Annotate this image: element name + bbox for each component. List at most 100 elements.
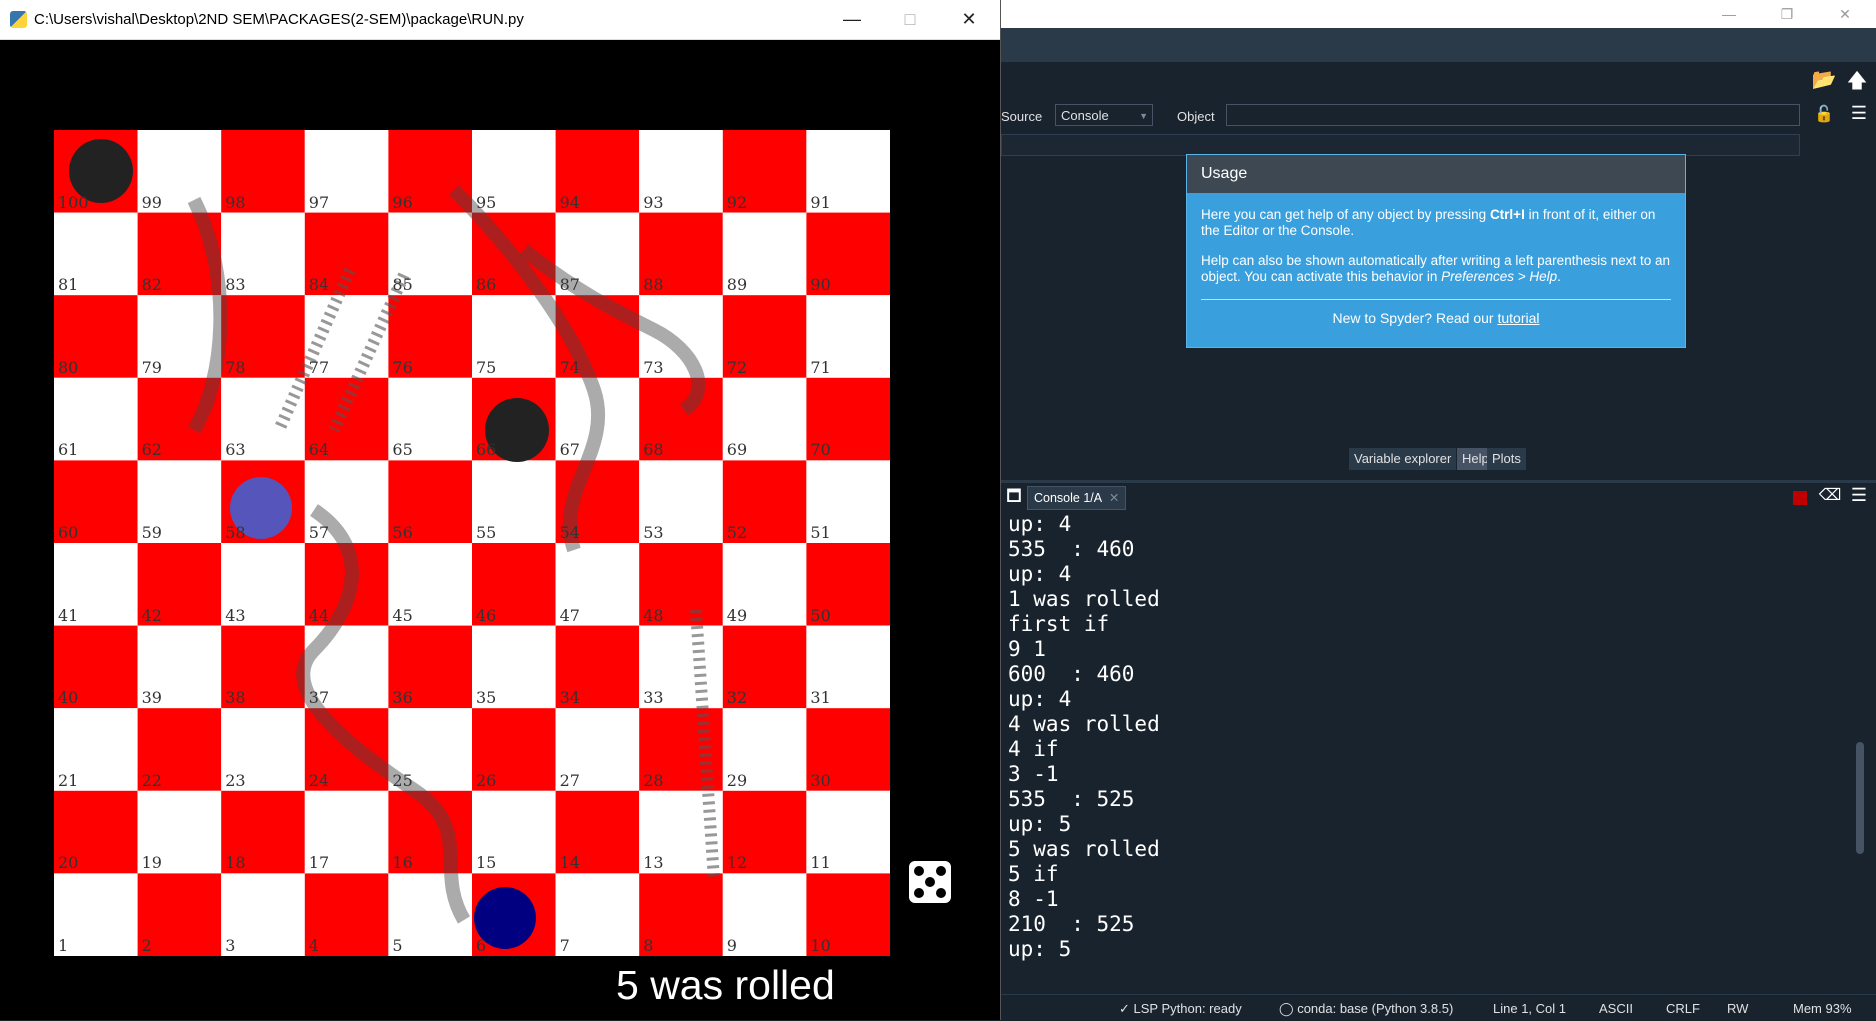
game-titlebar: C:\Users\vishal\Desktop\2ND SEM\PACKAGES… bbox=[0, 0, 1000, 40]
cell-number: 69 bbox=[726, 440, 748, 460]
cell-number: 56 bbox=[392, 523, 413, 542]
close-button[interactable]: ✕ bbox=[1816, 0, 1874, 28]
window-icon[interactable]: 🗖 bbox=[1001, 485, 1027, 512]
cell-number: 84 bbox=[308, 275, 330, 295]
cell-number: 85 bbox=[392, 275, 413, 295]
menu-icon[interactable]: ☰ bbox=[1846, 485, 1872, 506]
tab-plots[interactable]: Plots bbox=[1487, 448, 1526, 470]
minimize-button[interactable]: — bbox=[1700, 0, 1758, 28]
object-label: Object bbox=[1177, 109, 1215, 124]
cell-number: 77 bbox=[308, 357, 330, 377]
tutorial-link[interactable]: tutorial bbox=[1497, 310, 1539, 326]
folder-open-icon[interactable]: 📂 bbox=[1811, 67, 1837, 92]
maximize-button[interactable]: □ bbox=[881, 0, 939, 39]
cell-number: 89 bbox=[726, 275, 748, 295]
cell-number: 96 bbox=[392, 192, 413, 212]
cell-number: 80 bbox=[58, 357, 79, 377]
cell-number: 41 bbox=[58, 605, 79, 625]
cell-number: 38 bbox=[225, 688, 246, 708]
cell-number: 45 bbox=[392, 605, 413, 625]
scrollbar-thumb[interactable] bbox=[1856, 742, 1864, 854]
cell-number: 88 bbox=[643, 275, 664, 295]
console-line: first if bbox=[1008, 612, 1110, 636]
usage-panel: Usage Here you can get help of any objec… bbox=[1186, 154, 1686, 348]
rw-status: RW bbox=[1727, 1001, 1749, 1016]
cell-number: 14 bbox=[559, 853, 580, 873]
console-line: up: 4 bbox=[1008, 687, 1072, 711]
cell-number: 21 bbox=[58, 770, 79, 790]
cell-number: 46 bbox=[476, 605, 497, 625]
cell-number: 87 bbox=[559, 275, 580, 295]
arrow-up-icon[interactable]: 🡅 bbox=[1844, 66, 1870, 100]
eraser-icon[interactable]: ⌫ bbox=[1817, 485, 1843, 505]
console-line: 1 was rolled bbox=[1008, 587, 1160, 611]
cell-number: 42 bbox=[141, 605, 162, 625]
console-line: 8 -1 bbox=[1008, 887, 1059, 911]
cell-number: 51 bbox=[810, 523, 831, 542]
cell-number: 23 bbox=[225, 770, 246, 790]
cell-number: 62 bbox=[141, 440, 162, 460]
cell-number: 10 bbox=[810, 936, 831, 955]
cell-number: 16 bbox=[392, 853, 413, 873]
encoding-status: ASCII bbox=[1599, 1001, 1633, 1016]
cell-number: 98 bbox=[225, 192, 246, 212]
close-button[interactable]: ✕ bbox=[940, 0, 998, 39]
cell-number: 18 bbox=[225, 853, 246, 873]
cell-number: 73 bbox=[643, 357, 664, 377]
cell-number: 52 bbox=[726, 523, 748, 542]
close-icon[interactable]: ✕ bbox=[1109, 491, 1119, 505]
cell-number: 60 bbox=[58, 523, 79, 542]
cell-number: 3 bbox=[225, 936, 236, 955]
cell-number: 13 bbox=[643, 853, 664, 873]
cell-number: 90 bbox=[810, 275, 831, 295]
eol-status: CRLF bbox=[1666, 1001, 1700, 1016]
console-scrollbar[interactable] bbox=[1853, 516, 1867, 990]
cell-number: 58 bbox=[225, 523, 246, 542]
dice-icon[interactable] bbox=[909, 861, 951, 903]
cell-number: 27 bbox=[559, 770, 580, 790]
tab-console[interactable]: Console 1/A ✕ bbox=[1027, 486, 1127, 510]
cell-number: 75 bbox=[476, 357, 497, 377]
cell-number: 86 bbox=[476, 275, 497, 295]
cell-number: 95 bbox=[476, 192, 497, 212]
cell-number: 36 bbox=[392, 688, 413, 708]
cell-number: 32 bbox=[726, 688, 748, 708]
cell-number: 4 bbox=[308, 936, 319, 955]
console-output[interactable]: up: 4 535 : 460 up: 41 was rolled first if 9… bbox=[1001, 512, 1852, 988]
tab-variable-explorer[interactable]: Variable explorer bbox=[1349, 448, 1457, 470]
cell-number: 49 bbox=[726, 605, 748, 625]
cursor-position: Line 1, Col 1 bbox=[1493, 1001, 1566, 1016]
console-line: 5 was rolled bbox=[1008, 837, 1160, 861]
cell-number: 22 bbox=[141, 770, 162, 790]
console-line: 5 if bbox=[1008, 862, 1059, 886]
lock-icon[interactable]: 🔓 bbox=[1811, 104, 1837, 124]
cell-number: 8 bbox=[643, 936, 654, 955]
cell-number: 59 bbox=[141, 523, 162, 542]
cell-number: 39 bbox=[141, 688, 162, 708]
cell-number: 29 bbox=[726, 770, 748, 790]
restore-button[interactable]: ❐ bbox=[1758, 0, 1816, 28]
cell-number: 44 bbox=[308, 605, 330, 625]
lsp-status: ✓ LSP Python: ready bbox=[1119, 1001, 1242, 1016]
working-directory-combo[interactable] bbox=[1001, 134, 1800, 156]
cell-number: 2 bbox=[141, 936, 152, 955]
dice-pip bbox=[925, 877, 935, 887]
console-line: 600 : 460 bbox=[1008, 662, 1135, 686]
console-line: 535 : 525 bbox=[1008, 787, 1135, 811]
minimize-button[interactable]: — bbox=[823, 0, 881, 39]
source-select[interactable]: Console ▼ bbox=[1055, 104, 1153, 126]
dice-pip bbox=[936, 888, 946, 898]
cell-number: 47 bbox=[559, 605, 580, 625]
menu-icon[interactable]: ☰ bbox=[1846, 103, 1872, 124]
console-line: up: 4 bbox=[1008, 562, 1072, 586]
stop-icon[interactable] bbox=[1793, 491, 1807, 505]
cell-number: 5 bbox=[392, 936, 403, 955]
source-select-value: Console bbox=[1061, 108, 1109, 123]
object-input[interactable] bbox=[1226, 104, 1800, 126]
cell-number: 19 bbox=[141, 853, 162, 873]
cell-number: 54 bbox=[559, 523, 580, 542]
cell-number: 64 bbox=[308, 440, 330, 460]
cell-number: 74 bbox=[559, 357, 580, 377]
cell-number: 67 bbox=[559, 440, 580, 460]
cell-number: 99 bbox=[141, 192, 162, 212]
